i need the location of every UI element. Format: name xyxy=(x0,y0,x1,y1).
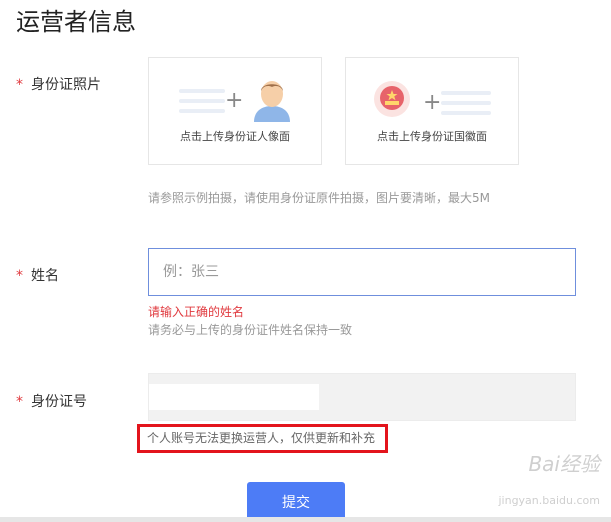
id-number-label: * 身份证号 xyxy=(16,391,87,411)
watermark-site: jingyan.baidu.com xyxy=(498,494,600,507)
placeholder-line xyxy=(179,99,225,103)
national-emblem-icon xyxy=(374,81,410,117)
name-label-text: 姓名 xyxy=(31,268,59,284)
id-photo-hint: 请参照示例拍摄，请使用身份证原件拍摄，图片要清晰，最大5M xyxy=(148,191,490,205)
bottom-bar xyxy=(0,517,611,522)
upload-id-back[interactable]: + 点击上传身份证国徽面 xyxy=(345,57,519,165)
upload-id-front[interactable]: + 点击上传身份证人像面 xyxy=(148,57,322,165)
required-mark: * xyxy=(16,77,23,93)
plus-icon: + xyxy=(423,90,442,115)
watermark: Bai经验 jingyan.baidu.com xyxy=(452,446,602,516)
placeholder-line xyxy=(179,109,225,113)
redacted-value xyxy=(149,384,319,410)
id-number-label-text: 身份证号 xyxy=(31,394,87,410)
name-input[interactable] xyxy=(148,248,576,296)
upload-id-front-caption: 点击上传身份证人像面 xyxy=(180,130,290,143)
id-number-field[interactable] xyxy=(148,373,576,421)
watermark-brand: Bai经验 xyxy=(528,452,600,476)
account-notice: 个人账号无法更换运营人，仅供更新和补充 xyxy=(137,424,388,453)
name-hint: 请务必与上传的身份证件姓名保持一致 xyxy=(148,323,353,337)
plus-icon: + xyxy=(225,88,244,113)
name-error-message: 请输入正确的姓名 xyxy=(148,305,245,319)
submit-button[interactable]: 提交 xyxy=(247,482,345,522)
page-title: 运营者信息 xyxy=(16,8,136,36)
placeholder-line xyxy=(441,101,491,105)
person-avatar-icon xyxy=(254,81,290,122)
id-photo-label-text: 身份证照片 xyxy=(31,77,101,93)
required-mark: * xyxy=(16,268,23,284)
required-mark: * xyxy=(16,394,23,410)
name-label: * 姓名 xyxy=(16,265,59,285)
placeholder-line xyxy=(179,89,225,93)
id-photo-label: * 身份证照片 xyxy=(16,74,101,94)
placeholder-line xyxy=(441,111,491,115)
placeholder-line xyxy=(441,91,491,95)
upload-id-back-caption: 点击上传身份证国徽面 xyxy=(377,130,487,143)
